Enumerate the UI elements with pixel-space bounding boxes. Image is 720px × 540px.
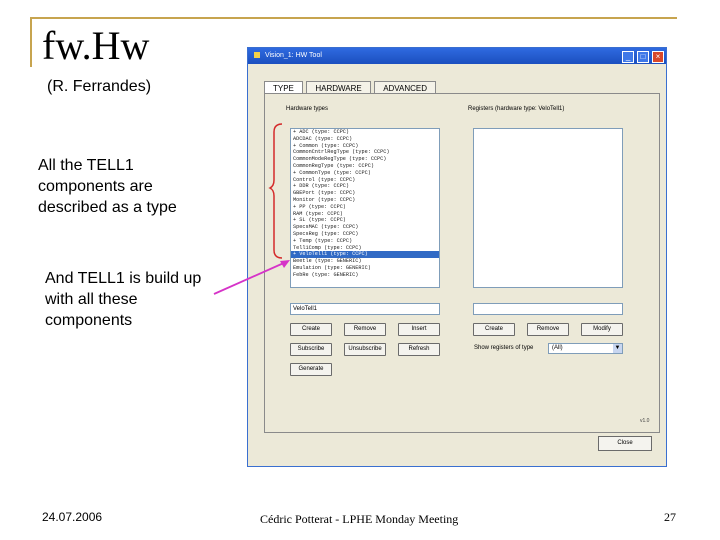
footer-date: 24.07.2006 xyxy=(42,510,103,524)
footer-meeting: Cédric Potterat - LPHE Monday Meeting xyxy=(260,512,459,526)
magenta-arrow-line xyxy=(213,261,287,295)
page-number: 27 xyxy=(664,510,676,524)
red-brace xyxy=(268,123,283,259)
annotation-layer xyxy=(213,123,290,295)
